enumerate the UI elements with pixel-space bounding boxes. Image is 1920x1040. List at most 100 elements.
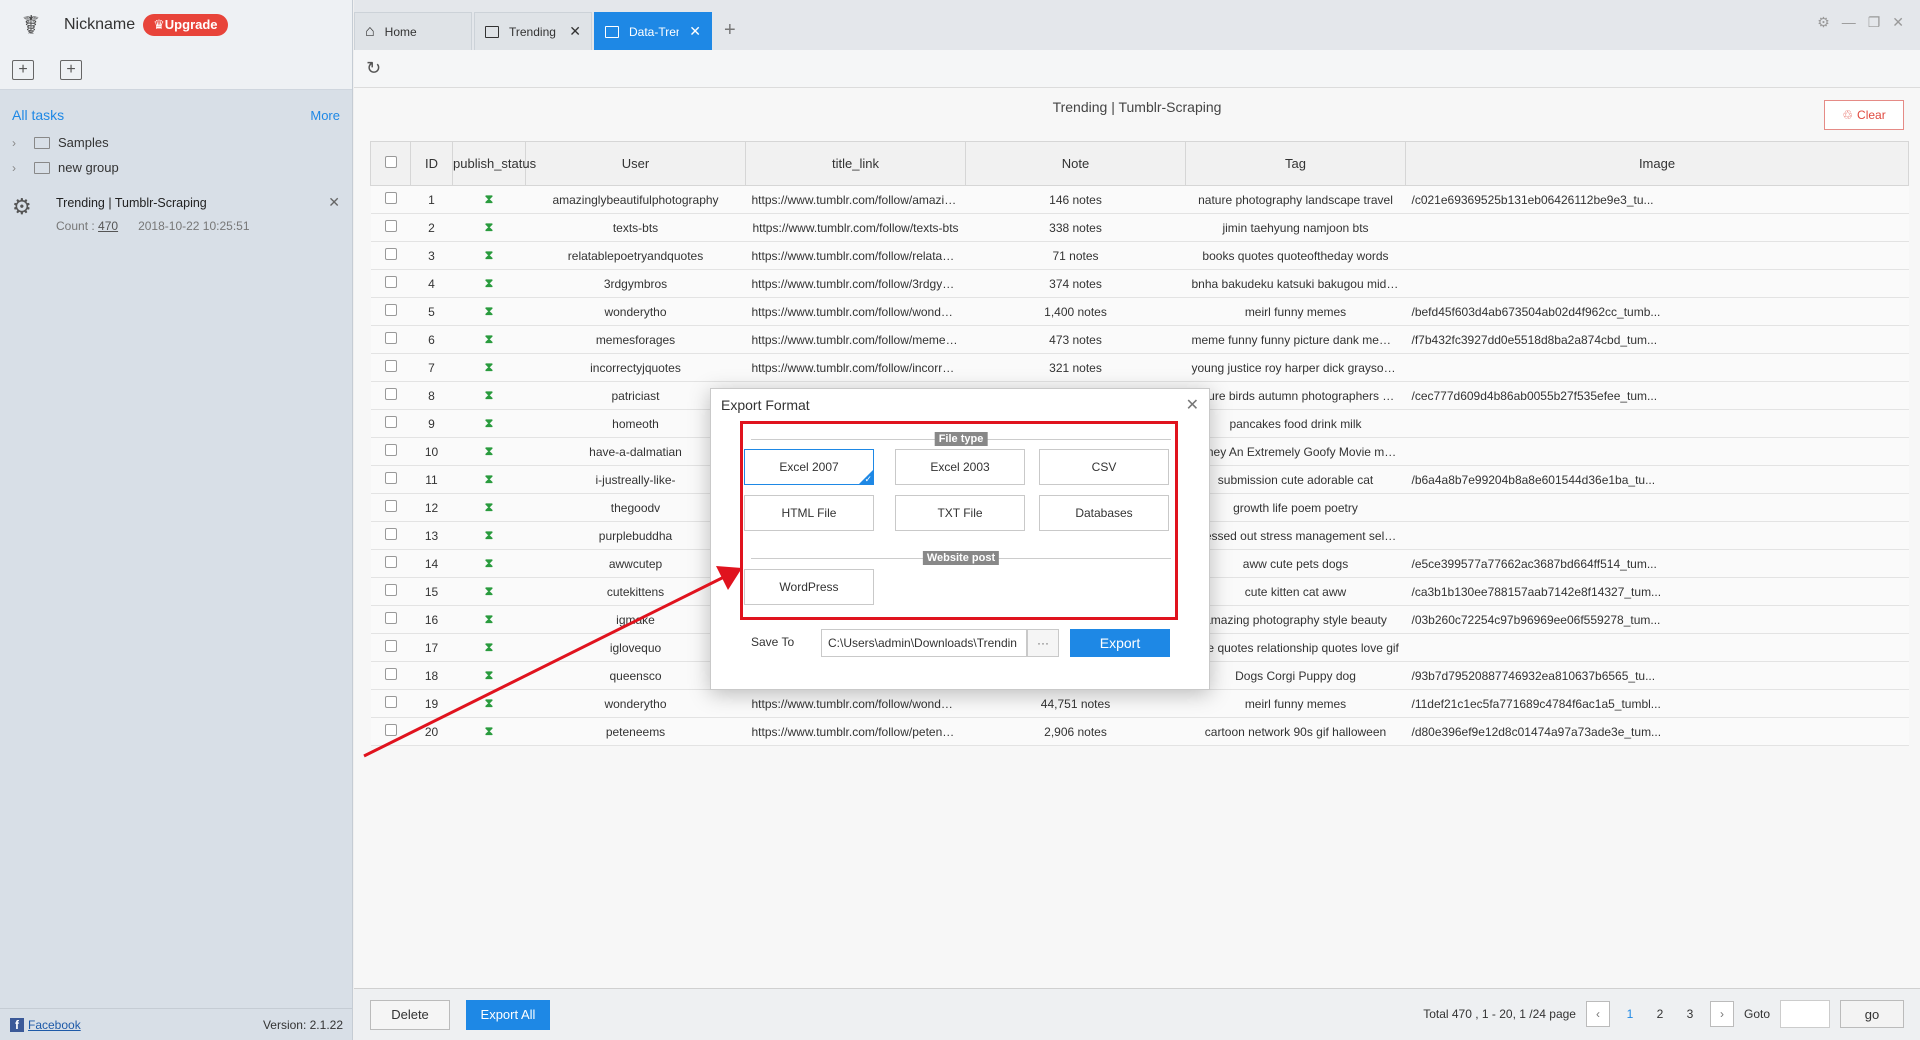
prev-page-icon[interactable]: ‹ bbox=[1585, 1001, 1610, 1027]
col-header[interactable]: publish_status bbox=[452, 141, 536, 186]
cell-id: 16 bbox=[410, 605, 453, 634]
close-icon[interactable]: ✕ bbox=[569, 23, 581, 40]
close-icon[interactable]: ✕ bbox=[328, 194, 340, 211]
table-row[interactable]: 5 ⧗ wonderytho https://www.tumblr.com/follo… bbox=[370, 297, 1909, 326]
format-txt[interactable]: TXT File bbox=[895, 495, 1025, 531]
col-header[interactable]: Image bbox=[1404, 141, 1910, 186]
nickname[interactable]: Nickname bbox=[64, 16, 135, 34]
close-icon[interactable]: ✕ bbox=[689, 23, 701, 40]
row-checkbox[interactable] bbox=[370, 717, 411, 746]
row-checkbox[interactable] bbox=[370, 213, 411, 242]
table-row[interactable]: 19 ⧗ wonderytho https://www.tumblr.com/foll… bbox=[370, 689, 1909, 718]
cell-status: ⧗ bbox=[452, 689, 526, 718]
page-3[interactable]: 3 bbox=[1680, 1007, 1700, 1021]
goto-input[interactable] bbox=[1780, 1000, 1830, 1028]
tab-data-trending[interactable]: Data-Trend.. ✕ bbox=[594, 12, 712, 50]
cell-tag: books quotes quoteoftheday words bbox=[1185, 241, 1406, 270]
row-checkbox[interactable] bbox=[370, 269, 411, 298]
new-folder-icon[interactable]: + bbox=[60, 59, 82, 80]
row-checkbox[interactable] bbox=[370, 689, 411, 718]
more-link[interactable]: More bbox=[310, 108, 340, 123]
row-checkbox[interactable] bbox=[370, 437, 411, 466]
close-window-icon[interactable]: ✕ bbox=[1892, 14, 1904, 31]
cell-tag: growth life poem poetry bbox=[1185, 493, 1406, 522]
go-button[interactable]: go bbox=[1840, 1000, 1904, 1028]
col-header[interactable]: ID bbox=[410, 141, 453, 186]
col-header[interactable]: title_link bbox=[745, 141, 966, 186]
count-label: Count : bbox=[56, 219, 95, 233]
save-path-input[interactable]: C:\Users\admin\Downloads\Trendin bbox=[821, 629, 1027, 657]
export-all-button[interactable]: Export All bbox=[466, 999, 550, 1030]
row-checkbox[interactable] bbox=[370, 409, 411, 438]
upgrade-button[interactable]: ♛Upgrade bbox=[143, 14, 228, 36]
page-2[interactable]: 2 bbox=[1650, 1007, 1670, 1021]
task-item[interactable]: ⚙ Trending | Tumblr-Scraping ✕ Count : 4… bbox=[12, 194, 340, 233]
sidebar: ☤ Nickname ♛Upgrade + + All tasks More ›… bbox=[0, 0, 353, 1040]
facebook-link[interactable]: f Facebook bbox=[10, 1017, 81, 1032]
group-new-group[interactable]: › new group bbox=[12, 155, 340, 180]
cell-user: incorrectyjquotes bbox=[525, 353, 746, 382]
browse-button[interactable]: ··· bbox=[1027, 629, 1059, 657]
row-checkbox[interactable] bbox=[370, 633, 411, 662]
table-row[interactable]: 1 ⧗ amazinglybeautifulphotography https://w… bbox=[370, 185, 1909, 214]
clear-button[interactable]: ♲ Clear bbox=[1824, 100, 1904, 130]
row-checkbox[interactable] bbox=[370, 605, 411, 634]
minimize-icon[interactable]: — bbox=[1842, 14, 1856, 31]
page-1[interactable]: 1 bbox=[1620, 1007, 1640, 1021]
facebook-icon: f bbox=[10, 1017, 24, 1032]
tab-home[interactable]: ⌂ Home bbox=[354, 12, 472, 50]
cell-id: 18 bbox=[410, 661, 453, 690]
row-checkbox[interactable] bbox=[370, 661, 411, 690]
row-checkbox[interactable] bbox=[370, 325, 411, 354]
chevron-right-icon[interactable]: › bbox=[12, 136, 26, 150]
close-icon[interactable]: ✕ bbox=[1186, 395, 1199, 415]
cell-id: 15 bbox=[410, 577, 453, 606]
table-row[interactable]: 2 ⧗ texts-bts https://www.tumblr.com/follow… bbox=[370, 213, 1909, 242]
format-csv[interactable]: CSV bbox=[1039, 449, 1169, 485]
new-task-icon[interactable]: + bbox=[12, 59, 34, 80]
format-excel-2007[interactable]: Excel 2007 ✓ bbox=[744, 449, 874, 485]
row-checkbox[interactable] bbox=[370, 381, 411, 410]
col-header[interactable]: User bbox=[525, 141, 746, 186]
refresh-icon[interactable]: ↻ bbox=[366, 58, 381, 79]
format-databases[interactable]: Databases bbox=[1039, 495, 1169, 531]
table-row[interactable]: 4 ⧗ 3rdgymbros https://www.tumblr.com/follo… bbox=[370, 269, 1909, 298]
row-checkbox[interactable] bbox=[370, 185, 411, 214]
chevron-right-icon[interactable]: › bbox=[12, 161, 26, 175]
cell-tag: nature photography landscape travel bbox=[1185, 185, 1406, 214]
table-row[interactable]: 6 ⧗ memesforages https://www.tumblr.com/fol… bbox=[370, 325, 1909, 354]
row-checkbox[interactable] bbox=[370, 353, 411, 382]
group-label: Samples bbox=[58, 135, 109, 150]
hourglass-icon: ⧗ bbox=[484, 416, 494, 430]
maximize-icon[interactable]: ❐ bbox=[1868, 14, 1881, 31]
row-checkbox[interactable] bbox=[370, 549, 411, 578]
table-row[interactable]: 20 ⧗ peteneems https://www.tumblr.com/follo… bbox=[370, 717, 1909, 746]
new-tab-icon[interactable]: + bbox=[714, 19, 746, 50]
col-header[interactable]: Note bbox=[965, 141, 1186, 186]
tab-trending[interactable]: Trending | ... ✕ bbox=[474, 12, 592, 50]
table-row[interactable]: 3 ⧗ relatablepoetryandquotes https://www.tu… bbox=[370, 241, 1909, 270]
delete-button[interactable]: Delete bbox=[370, 999, 450, 1030]
row-checkbox[interactable] bbox=[370, 241, 411, 270]
all-tasks-link[interactable]: All tasks bbox=[12, 107, 64, 123]
group-samples[interactable]: › Samples bbox=[12, 130, 340, 155]
row-checkbox[interactable] bbox=[370, 297, 411, 326]
row-checkbox[interactable] bbox=[370, 465, 411, 494]
format-excel-2003[interactable]: Excel 2003 bbox=[895, 449, 1025, 485]
table-row[interactable]: 7 ⧗ incorrectyjquotes https://www.tumblr.co… bbox=[370, 353, 1909, 382]
cell-user: amazinglybeautifulphotography bbox=[525, 185, 746, 214]
count-value[interactable]: 470 bbox=[98, 219, 118, 233]
col-header[interactable]: Tag bbox=[1185, 141, 1406, 186]
row-checkbox[interactable] bbox=[370, 577, 411, 606]
format-wordpress[interactable]: WordPress bbox=[744, 569, 874, 605]
select-all-checkbox[interactable] bbox=[370, 141, 411, 186]
row-checkbox[interactable] bbox=[370, 521, 411, 550]
format-html[interactable]: HTML File bbox=[744, 495, 874, 531]
settings-icon[interactable]: ⚙ bbox=[1817, 14, 1830, 31]
row-checkbox[interactable] bbox=[370, 493, 411, 522]
cell-title-link: https://www.tumblr.com/follow/wonderytho bbox=[745, 297, 966, 326]
export-button[interactable]: Export bbox=[1070, 629, 1170, 657]
hourglass-icon: ⧗ bbox=[484, 444, 494, 458]
next-page-icon[interactable]: › bbox=[1709, 1001, 1734, 1027]
cell-image: /f7b432fc3927dd0e5518d8ba2a874cbd_tum... bbox=[1405, 325, 1909, 354]
